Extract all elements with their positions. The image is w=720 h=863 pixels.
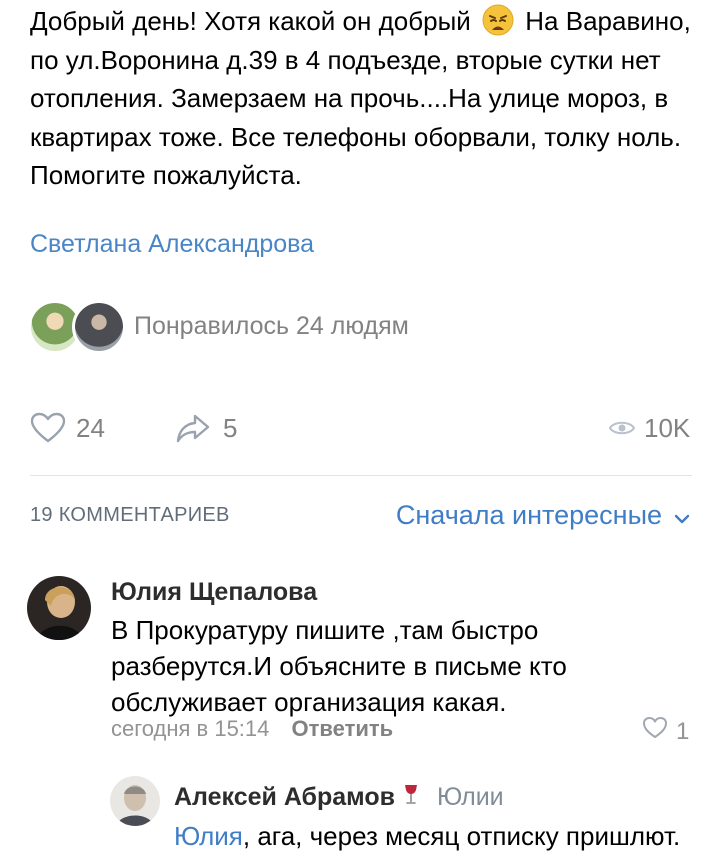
comment-author[interactable]: Алексей Абрамов bbox=[174, 783, 395, 812]
comments-header: 19 КОММЕНТАРИЕВ Сначала интересные bbox=[30, 500, 690, 530]
heart-icon bbox=[30, 412, 66, 444]
chevron-down-icon[interactable] bbox=[662, 500, 690, 531]
likers-avatars[interactable] bbox=[28, 298, 128, 354]
post-text: Добрый день! Хотя какой он добрый На Вар… bbox=[30, 2, 700, 195]
comment-text-body: , ага, через месяц отписку пришлют. bbox=[242, 821, 681, 851]
comment-author[interactable]: Юлия Щепалова bbox=[111, 578, 317, 607]
share-count: 5 bbox=[223, 412, 238, 443]
reply-button[interactable]: Ответить bbox=[292, 716, 394, 741]
likes-summary[interactable]: Понравилось 24 людям bbox=[134, 312, 409, 341]
comment-author-row: Алексей Абрамов Юлии bbox=[174, 783, 504, 812]
avatar[interactable] bbox=[27, 576, 91, 640]
comment-like-count: 1 bbox=[676, 717, 690, 745]
comment-like-button[interactable]: 1 bbox=[642, 716, 689, 747]
liker-avatar-2[interactable] bbox=[72, 300, 126, 354]
divider bbox=[30, 475, 692, 476]
weary-face-icon bbox=[482, 4, 514, 36]
like-button[interactable]: 24 bbox=[30, 408, 105, 448]
comment-time: сегодня в 15:14 bbox=[111, 716, 270, 741]
post-author-name[interactable]: Светлана Александрова bbox=[30, 230, 314, 258]
reply-to-user[interactable]: Юлии bbox=[437, 783, 504, 812]
share-arrow-icon bbox=[175, 412, 211, 444]
avatar[interactable] bbox=[110, 776, 160, 826]
comment-text: В Прокуратуру пишите ,там быстро разберу… bbox=[111, 615, 567, 717]
post-text-part1: Добрый день! Хотя какой он добрый bbox=[30, 6, 471, 36]
user-mention[interactable]: Юлия bbox=[174, 821, 243, 851]
comments-count: 19 КОММЕНТАРИЕВ bbox=[30, 504, 230, 526]
sort-label[interactable]: Сначала интересные bbox=[396, 500, 662, 531]
eye-icon bbox=[608, 418, 636, 438]
views-counter: 10K bbox=[608, 408, 690, 448]
share-button[interactable]: 5 bbox=[175, 408, 237, 448]
like-count: 24 bbox=[76, 412, 105, 443]
comment-reply: Алексей Абрамов Юлии Юлия, ага, через ме… bbox=[0, 770, 720, 863]
comment-meta: сегодня в 15:14 Ответить bbox=[111, 716, 393, 742]
post-actions: 24 5 10K bbox=[30, 408, 692, 448]
comment: Юлия Щепалова В Прокуратуру пишите ,там … bbox=[0, 570, 720, 750]
heart-icon bbox=[642, 716, 668, 747]
wine-glass-icon bbox=[403, 783, 419, 812]
sort-dropdown[interactable]: Сначала интересные bbox=[396, 500, 690, 531]
comment-text: Юлия, ага, через месяц отписку пришлют. bbox=[174, 818, 704, 854]
post-author-link[interactable]: Светлана Александрова bbox=[30, 230, 314, 259]
view-count: 10K bbox=[644, 412, 691, 443]
